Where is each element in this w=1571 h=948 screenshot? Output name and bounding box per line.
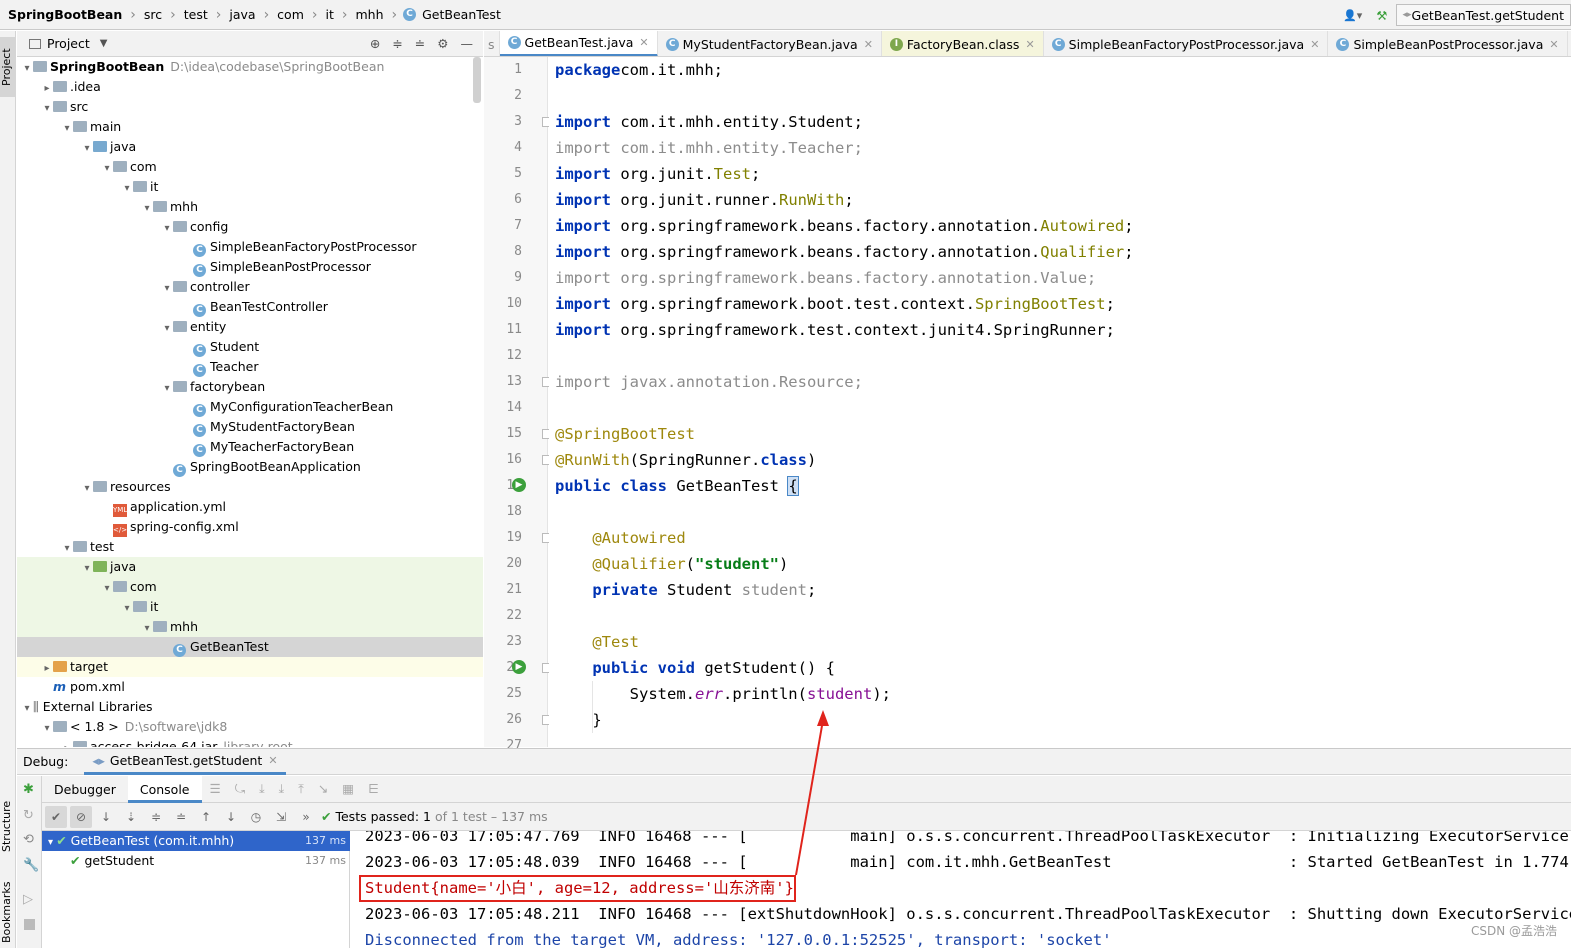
annotation-arrow	[795, 710, 829, 876]
watermark: CSDN @孟浩浩	[1470, 924, 1557, 938]
